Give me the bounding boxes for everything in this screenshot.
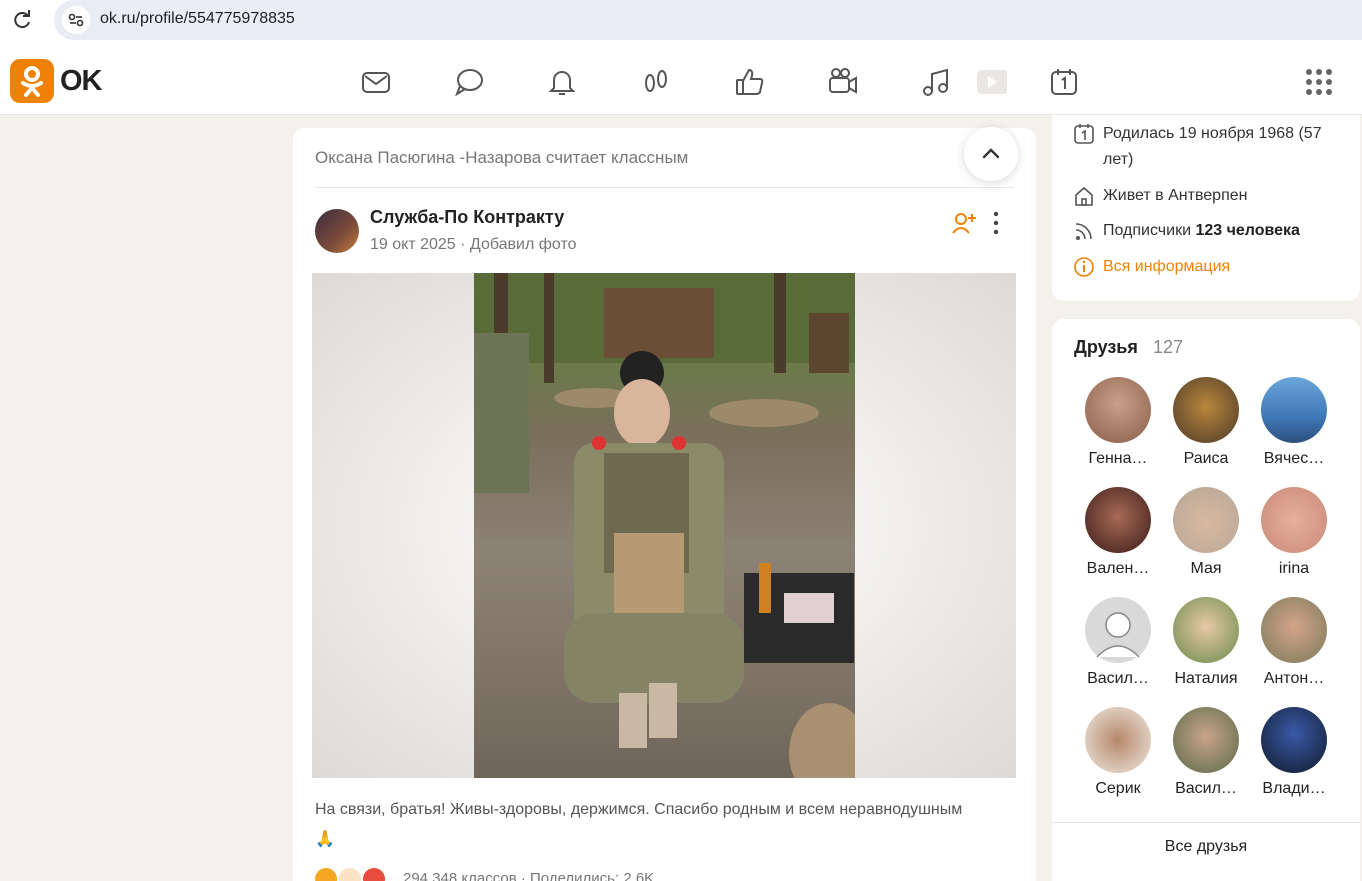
post-text: На связи, братья! Живы-здоровы, держимся… <box>315 795 1015 855</box>
calendar-icon <box>1074 124 1094 144</box>
friend-name[interactable]: Раиса <box>1162 450 1250 468</box>
rss-icon <box>1075 223 1092 240</box>
friend-item[interactable]: Серик <box>1074 707 1162 807</box>
chat-icon[interactable] <box>453 66 485 98</box>
friend-name[interactable]: Вален… <box>1074 560 1162 578</box>
followers-label: Подписчики <box>1103 222 1192 239</box>
home-icon <box>1075 186 1093 206</box>
avatar[interactable] <box>1085 487 1151 553</box>
post-action: Добавил фото <box>469 236 577 253</box>
scroll-up-button[interactable] <box>964 127 1018 181</box>
url-text[interactable]: ok.ru/profile/554775978835 <box>100 10 295 28</box>
avatar[interactable] <box>1173 487 1239 553</box>
ok-logo-icon[interactable] <box>10 59 54 103</box>
avatar[interactable] <box>1085 597 1151 663</box>
site-settings-icon[interactable] <box>62 6 90 34</box>
mail-icon[interactable] <box>360 66 392 98</box>
avatar[interactable] <box>1085 377 1151 443</box>
followers-text[interactable]: Подписчики 123 человека <box>1103 218 1300 244</box>
reaction-pray-icon <box>339 868 361 881</box>
reaction-love-icon <box>363 868 385 881</box>
logo-text[interactable]: OK <box>60 65 102 98</box>
feed-context[interactable]: Оксана Пасюгина -Назарова считает классн… <box>315 148 688 168</box>
all-info-link[interactable]: Вся информация <box>1103 254 1230 280</box>
location-text: Живет в Антверпен <box>1103 187 1248 204</box>
friend-name[interactable]: Вячес… <box>1250 450 1338 468</box>
music-icon[interactable] <box>920 66 952 98</box>
friend-name[interactable]: Наталия <box>1162 670 1250 688</box>
avatar[interactable] <box>1261 707 1327 773</box>
post-text-body: На связи, братья! Живы-здоровы, держимся… <box>315 801 963 818</box>
avatar[interactable] <box>1261 377 1327 443</box>
site-header: OK <box>0 48 1362 115</box>
bell-icon[interactable] <box>546 66 578 98</box>
avatar[interactable] <box>1085 707 1151 773</box>
avatar[interactable] <box>1261 487 1327 553</box>
info-icon <box>1074 257 1094 277</box>
friends-title[interactable]: Друзья <box>1074 337 1138 358</box>
browser-bar: ok.ru/profile/554775978835 <box>0 0 1362 48</box>
address-bar[interactable]: ok.ru/profile/554775978835 <box>54 0 1362 40</box>
avatar[interactable] <box>1173 707 1239 773</box>
video-icon[interactable] <box>827 66 859 98</box>
friends-count: 127 <box>1153 337 1184 357</box>
friend-name[interactable]: Серик <box>1074 780 1162 798</box>
like-icon[interactable] <box>734 66 766 98</box>
friends-card: Друзья 127 Генна… Раиса Вячес… Вален… Ма… <box>1052 319 1360 881</box>
friend-name[interactable]: Мая <box>1162 560 1250 578</box>
reaction-stats[interactable]: 294 348 классов · Поделились: 2,6K <box>403 870 654 881</box>
friend-item[interactable]: Вален… <box>1074 487 1162 587</box>
guests-icon[interactable] <box>640 66 672 98</box>
post-photo[interactable] <box>474 273 855 778</box>
divider <box>1052 822 1360 823</box>
friend-item[interactable]: Васил… <box>1162 707 1250 807</box>
friend-item[interactable]: Вячес… <box>1250 377 1338 477</box>
friend-name[interactable]: Васил… <box>1074 670 1162 688</box>
post-photo-frame[interactable] <box>312 273 1016 778</box>
friend-name[interactable]: Влади… <box>1250 780 1338 798</box>
post-date[interactable]: 19 окт 2025 <box>370 236 456 253</box>
friend-name[interactable]: irina <box>1250 560 1338 578</box>
add-friend-icon[interactable] <box>951 210 977 236</box>
all-friends-button[interactable]: Все друзья <box>1052 838 1360 856</box>
friend-item[interactable]: irina <box>1250 487 1338 587</box>
play-icon[interactable] <box>975 66 1007 98</box>
followers-value: 123 человека <box>1195 222 1300 239</box>
friend-item[interactable]: Влади… <box>1250 707 1338 807</box>
feed-post-card: Оксана Пасюгина -Назарова считает классн… <box>293 127 1036 881</box>
author-avatar[interactable] <box>315 209 359 253</box>
author-name[interactable]: Служба-По Контракту <box>370 207 564 228</box>
friend-item[interactable]: Васил… <box>1074 597 1162 697</box>
more-options-icon[interactable] <box>989 210 1003 236</box>
avatar[interactable] <box>1173 377 1239 443</box>
friend-item[interactable]: Наталия <box>1162 597 1250 697</box>
default-avatar-icon <box>1096 612 1140 658</box>
friend-item[interactable]: Генна… <box>1074 377 1162 477</box>
friend-name[interactable]: Антон… <box>1250 670 1338 688</box>
meta-separator: · <box>460 236 466 253</box>
post-text-emoji: 🙏 <box>315 831 335 848</box>
calendar-icon[interactable] <box>1048 66 1080 98</box>
avatar[interactable] <box>1261 597 1327 663</box>
post-meta: 19 окт 2025 · Добавил фото <box>370 236 577 254</box>
friend-name[interactable]: Васил… <box>1162 780 1250 798</box>
friend-name[interactable]: Генна… <box>1074 450 1162 468</box>
chevron-up-icon <box>982 148 1000 159</box>
birthday-text: Родилась 19 ноября 1968 (57 лет) <box>1103 125 1322 168</box>
friend-item[interactable]: Раиса <box>1162 377 1250 477</box>
divider <box>315 187 1014 188</box>
grid-icon[interactable] <box>1305 68 1333 96</box>
friend-item[interactable]: Мая <box>1162 487 1250 587</box>
profile-info-card: Родилась 19 ноября 1968 (57 лет) Живет в… <box>1052 115 1360 301</box>
reload-icon[interactable] <box>10 8 34 32</box>
friend-item[interactable]: Антон… <box>1250 597 1338 697</box>
avatar[interactable] <box>1173 597 1239 663</box>
reaction-class-icon <box>315 868 337 881</box>
